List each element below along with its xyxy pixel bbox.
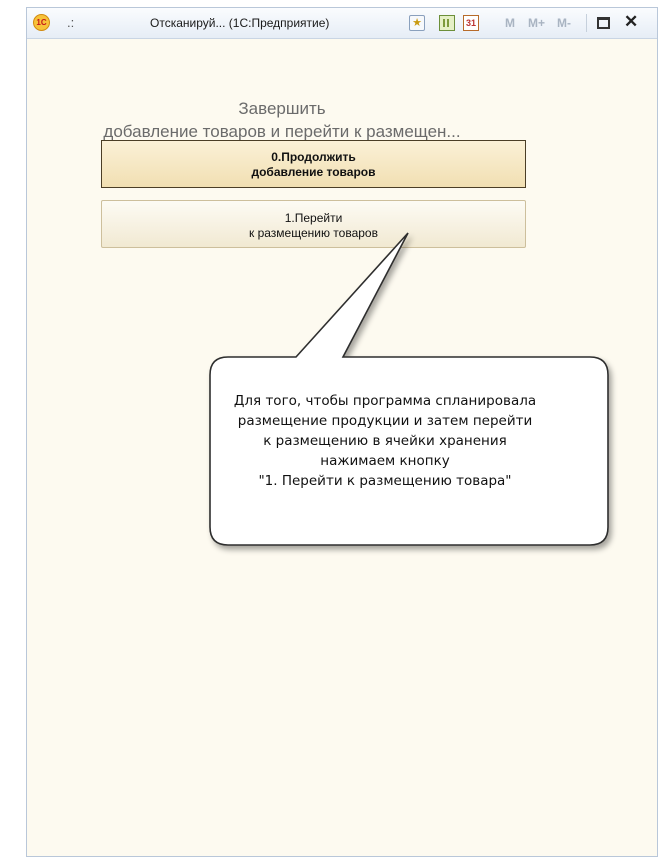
callout-line-4: нажимаем кнопку [320,453,450,469]
callout-line-1: Для того, чтобы программа спланировала [233,393,537,409]
callout-line-2: размещение продукции и затем перейти [237,413,533,429]
callout-text: Для того, чтобы программа спланировала р… [195,391,575,491]
callout-line-5: "1. Перейти к размещению товара" [258,473,512,489]
callout-line-3: к размещению в ячейки хранения [263,433,507,449]
